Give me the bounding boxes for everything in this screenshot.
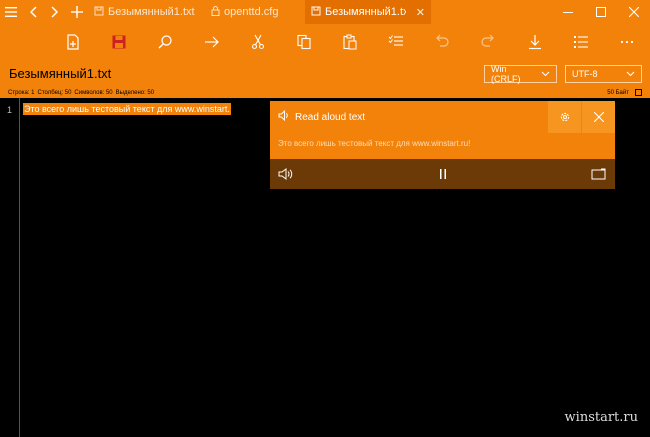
read-aloud-title-wrap: Read aloud text (270, 109, 548, 124)
status-selected: Выделено: 50 (115, 89, 155, 96)
document-title: Безымянный1.txt (9, 66, 112, 81)
watermark: winstart.ru (564, 410, 638, 425)
document-icon (311, 6, 321, 19)
download-icon[interactable] (512, 24, 558, 60)
tab-label: openttd.cfg (224, 6, 279, 18)
paste-icon[interactable] (327, 24, 373, 60)
copy-status-icon[interactable] (635, 89, 642, 96)
read-aloud-text: Это всего лишь тестовый текст для www.wi… (278, 139, 471, 148)
new-tab-plus-icon[interactable] (66, 0, 88, 24)
bulleted-list-icon[interactable] (558, 24, 604, 60)
lock-icon (211, 5, 220, 19)
encoding-select[interactable]: UTF-8 (565, 64, 642, 83)
back-arrow-icon[interactable] (22, 0, 44, 24)
save-icon[interactable] (96, 24, 142, 60)
menu-icon[interactable] (0, 0, 22, 24)
tab-untitled-1-active[interactable]: Безымянный1.txt ✕ (305, 0, 431, 24)
editor-line[interactable]: Это всего лишь тестовый текст для www.wi… (23, 103, 231, 115)
line-gutter: 1 (0, 98, 20, 437)
read-aloud-header: Read aloud text (270, 101, 615, 133)
tab-openttd-cfg[interactable]: openttd.cfg (205, 0, 305, 24)
chevron-down-icon (541, 69, 550, 79)
speaker-icon (278, 109, 290, 124)
tab-label: Безымянный1.txt (108, 6, 195, 18)
more-options-icon[interactable] (604, 24, 650, 60)
pause-icon[interactable] (439, 168, 447, 180)
go-to-arrow-icon[interactable] (188, 24, 234, 60)
document-icon (94, 6, 104, 19)
line-number: 1 (7, 105, 13, 115)
selected-text[interactable]: Это всего лишь тестовый текст для www.wi… (23, 103, 231, 115)
format-lines-icon[interactable] (373, 24, 419, 60)
close-tab-icon[interactable]: ✕ (416, 6, 425, 19)
new-file-icon[interactable] (50, 24, 96, 60)
copy-icon[interactable] (281, 24, 327, 60)
close-panel-icon[interactable] (582, 101, 615, 133)
minimize-icon[interactable] (551, 0, 584, 24)
line-ending-select[interactable]: Win (CRLF) (484, 63, 557, 84)
window-controls (551, 0, 650, 24)
settings-gear-icon[interactable] (548, 101, 581, 133)
status-bar: Строка: 1 Столбец: 50 Символов: 50 Выдел… (0, 87, 650, 98)
read-aloud-controls (270, 159, 615, 189)
encoding-value: UTF-8 (572, 68, 598, 79)
read-aloud-top: Read aloud text Это всего лишь тестовый … (270, 101, 615, 159)
document-header: Безымянный1.txt Win (CRLF) UTF-8 (0, 60, 650, 87)
undo-icon[interactable] (419, 24, 465, 60)
tab-untitled-1[interactable]: Безымянный1.txt (88, 0, 205, 24)
redo-icon[interactable] (465, 24, 511, 60)
read-aloud-panel: Read aloud text Это всего лишь тестовый … (270, 101, 615, 189)
status-chars: Символов: 50 (74, 89, 113, 96)
forward-arrow-icon[interactable] (44, 0, 66, 24)
line-ending-value: Win (CRLF) (491, 63, 521, 84)
search-icon[interactable] (142, 24, 188, 60)
title-bar: Безымянный1.txt openttd.cfg Безымянный1.… (0, 0, 650, 24)
tab-label: Безымянный1.txt (325, 6, 406, 18)
open-window-icon[interactable] (591, 168, 607, 180)
volume-icon[interactable] (278, 168, 294, 180)
cut-icon[interactable] (235, 24, 281, 60)
chevron-down-icon (626, 69, 635, 79)
toolbar (0, 24, 650, 60)
status-line: Строка: 1 (8, 89, 35, 96)
status-column: Столбец: 50 (37, 89, 72, 96)
maximize-icon[interactable] (584, 0, 617, 24)
read-aloud-title: Read aloud text (295, 111, 366, 123)
file-size: 50 Байт (607, 89, 629, 96)
close-window-icon[interactable] (617, 0, 650, 24)
